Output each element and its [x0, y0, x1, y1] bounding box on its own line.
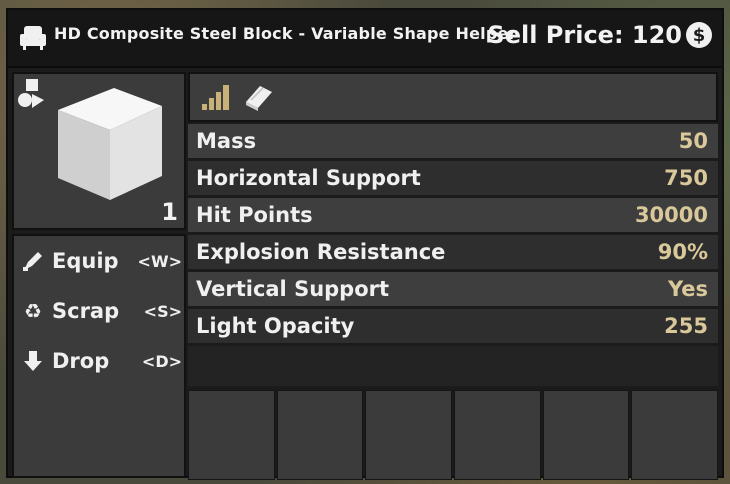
item-count: 1: [161, 198, 178, 226]
scrap-button[interactable]: ♻ Scrap <S>: [20, 296, 182, 326]
stat-label: Mass: [196, 129, 257, 153]
item-title: HD Composite Steel Block - Variable Shap…: [54, 24, 517, 43]
stat-value: 50: [678, 129, 708, 153]
mod-slot[interactable]: [365, 390, 453, 480]
item-preview: 1: [12, 72, 186, 230]
drop-button[interactable]: Drop <D>: [20, 346, 182, 376]
stat-value: 90%: [657, 240, 708, 264]
mod-slot[interactable]: [542, 390, 630, 480]
scrap-key: <S>: [143, 301, 182, 321]
arrow-down-icon: [20, 348, 46, 374]
mod-slots: [188, 390, 719, 480]
dollar-coin-icon: $: [686, 22, 712, 48]
drop-label: Drop: [52, 349, 110, 373]
mod-slot[interactable]: [454, 390, 541, 480]
window-header: HD Composite Steel Block - Variable Shap…: [8, 10, 722, 68]
sell-price-label: Sell Price: 120: [487, 21, 682, 49]
quality-bars-icon[interactable]: [200, 82, 234, 112]
stat-value: Yes: [667, 277, 708, 301]
equip-icon: [20, 248, 46, 274]
armchair-icon: [20, 26, 46, 50]
stat-label: Horizontal Support: [196, 166, 421, 190]
stats-table: Mass 50 Horizontal Support 750 Hit Point…: [188, 124, 718, 346]
stat-row: Mass 50: [188, 124, 718, 158]
stat-value: 750: [664, 166, 708, 190]
empty-row: [188, 346, 718, 386]
drop-key: <D>: [141, 351, 182, 371]
stat-row: Explosion Resistance 90%: [188, 235, 718, 269]
scrap-label: Scrap: [52, 299, 120, 323]
equip-key: <W>: [137, 251, 182, 271]
book-icon[interactable]: [242, 82, 276, 112]
stat-row: Vertical Support Yes: [188, 272, 718, 306]
mod-slot[interactable]: [276, 390, 364, 480]
stat-row: Hit Points 30000: [188, 198, 718, 232]
stat-value: 255: [664, 314, 708, 338]
equip-button[interactable]: Equip <W>: [20, 246, 182, 276]
stat-row: Horizontal Support 750: [188, 161, 718, 195]
mod-slot[interactable]: [631, 390, 719, 480]
shape-helper-icon: [18, 79, 44, 108]
stat-label: Explosion Resistance: [196, 240, 446, 264]
stat-label: Hit Points: [196, 203, 313, 227]
action-list: Equip <W> ♻ Scrap <S> Drop <D>: [12, 234, 186, 478]
item-info-window: HD Composite Steel Block - Variable Shap…: [6, 8, 724, 480]
info-tabs: [188, 72, 718, 122]
equip-label: Equip: [52, 249, 119, 273]
stat-row: Light Opacity 255: [188, 309, 718, 343]
steel-cube-image: [58, 88, 162, 200]
recycle-icon: ♻: [24, 299, 42, 323]
stat-label: Vertical Support: [196, 277, 390, 301]
mod-slot[interactable]: [188, 390, 275, 480]
stat-value: 30000: [634, 203, 708, 227]
sell-price: Sell Price: 120 $: [487, 21, 712, 49]
stat-label: Light Opacity: [196, 314, 355, 338]
